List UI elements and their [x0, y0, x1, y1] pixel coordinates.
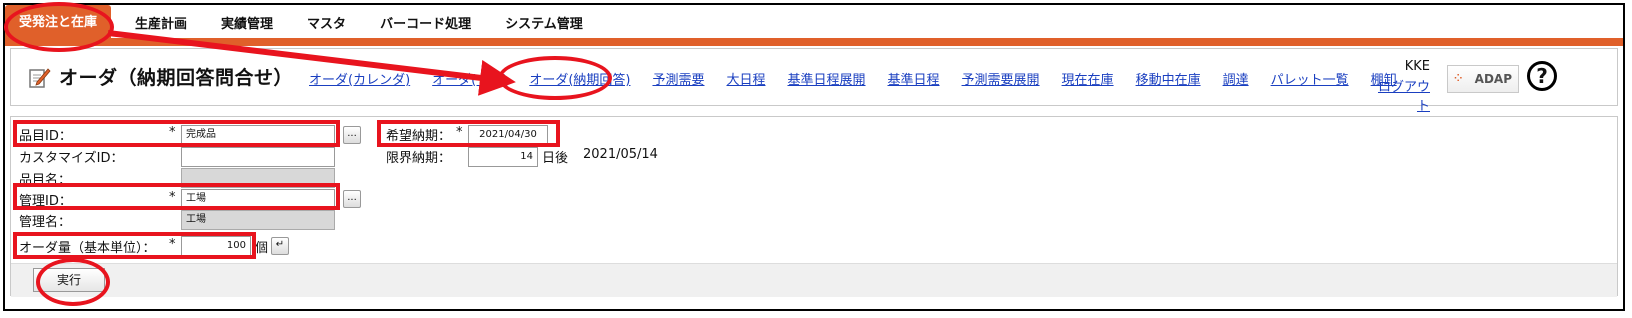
top-menu: 受発注と在庫 生産計画 実績管理 マスタ バーコード処理 システム管理 — [5, 5, 1623, 38]
logout-link[interactable]: ログアウト — [1368, 76, 1430, 114]
order-qty-enter-button[interactable]: ↵ — [271, 237, 289, 255]
mgmt-id-lookup-button[interactable]: ... — [343, 190, 361, 208]
order-qty-unit: 個 — [255, 241, 269, 256]
edit-document-icon — [29, 68, 51, 88]
annotation-oval-menu — [4, 2, 114, 52]
page-title: オーダ（納期回答問合せ） — [59, 67, 294, 89]
limit-days-suffix: 日後 — [542, 151, 569, 166]
logo-dots-icon: ⁘ — [1454, 73, 1463, 84]
nav-link-order-calendar[interactable]: オーダ(カレンダ) — [309, 69, 410, 88]
nav-link-pallet-list[interactable]: パレット一覧 — [1271, 69, 1349, 88]
nav-link-forecast-expand[interactable]: 予測需要展開 — [962, 69, 1040, 88]
nav-link-base-schedule[interactable]: 基準日程 — [888, 69, 940, 88]
annotation-oval-delivery-link — [498, 56, 612, 100]
limit-date-label: 限界納期： — [386, 151, 452, 166]
menu-item-master[interactable]: マスタ — [307, 13, 346, 38]
menu-item-barcode[interactable]: バーコード処理 — [380, 13, 471, 38]
customize-id-field[interactable] — [181, 147, 335, 167]
mgmt-name-field: 工場 — [181, 210, 335, 230]
action-bar: 実行 — [11, 263, 1617, 297]
logo-text: ADAP — [1474, 72, 1512, 86]
sub-navigation: オーダ(カレンダ) オーダ(一覧) オーダ(納期回答) 予測需要 大日程 基準日… — [309, 69, 1419, 88]
nav-link-current-stock[interactable]: 現在在庫 — [1062, 69, 1114, 88]
annotation-box-order-qty — [13, 232, 256, 259]
menu-underline — [5, 38, 1623, 46]
customize-id-label: カスタマイズID： — [19, 151, 124, 166]
menu-item-production-plan[interactable]: 生産計画 — [135, 13, 187, 38]
nav-link-forecast-demand[interactable]: 予測需要 — [652, 69, 704, 88]
adap-logo: ⁘ ADAP — [1447, 65, 1519, 93]
nav-link-master-schedule[interactable]: 大日程 — [726, 69, 765, 88]
menu-item-results[interactable]: 実績管理 — [221, 13, 273, 38]
annotation-oval-run-button — [36, 258, 110, 306]
annotation-box-desired-date — [377, 120, 560, 147]
item-id-lookup-button[interactable]: ... — [343, 126, 361, 144]
limit-days-field[interactable]: 14 — [468, 147, 538, 167]
nav-link-order-list[interactable]: オーダ(一覧) — [432, 69, 507, 88]
help-icon[interactable]: ? — [1527, 61, 1557, 91]
nav-link-procurement[interactable]: 調達 — [1223, 69, 1249, 88]
mgmt-name-label: 管理名： — [19, 215, 72, 230]
user-block: KKE ログアウト — [1368, 59, 1430, 114]
nav-link-base-schedule-expand[interactable]: 基準日程展開 — [788, 69, 866, 88]
nav-link-in-transit-stock[interactable]: 移動中在庫 — [1136, 69, 1201, 88]
page-header: オーダ（納期回答問合せ） オーダ(カレンダ) オーダ(一覧) オーダ(納期回答)… — [10, 48, 1618, 114]
menu-item-system[interactable]: システム管理 — [505, 13, 583, 38]
limit-date-result: 2021/05/14 — [583, 147, 658, 162]
annotation-box-item-id — [13, 120, 340, 147]
annotation-box-mgmt-id — [13, 183, 340, 210]
user-name: KKE — [1404, 59, 1430, 74]
